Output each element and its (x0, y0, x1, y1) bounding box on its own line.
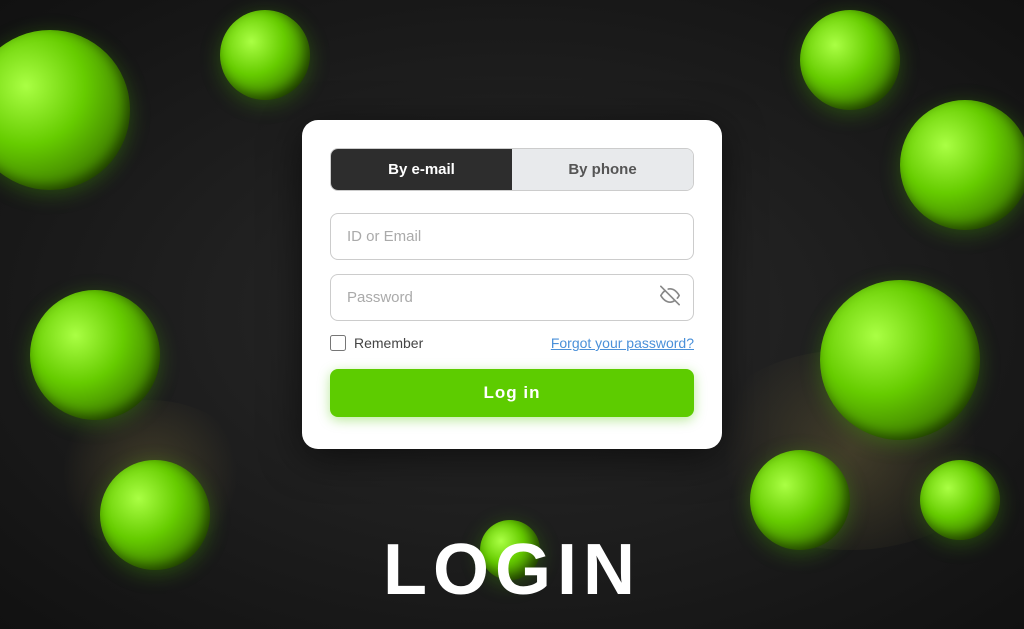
page-title: LOGIN (383, 529, 641, 611)
remember-label: Remember (354, 335, 423, 351)
login-button[interactable]: Log in (330, 369, 694, 417)
password-input[interactable] (330, 274, 694, 321)
login-card: By e-mail By phone Remember Forgot your … (302, 120, 722, 449)
tab-by-email[interactable]: By e-mail (331, 149, 512, 190)
forgot-password-link[interactable]: Forgot your password? (551, 335, 694, 351)
ball-1 (30, 290, 160, 420)
ball-8 (920, 460, 1000, 540)
options-row: Remember Forgot your password? (330, 335, 694, 351)
toggle-password-icon[interactable] (660, 285, 680, 310)
ball-3 (220, 10, 310, 100)
remember-checkbox[interactable] (330, 335, 346, 351)
ball-5 (900, 100, 1024, 230)
auth-method-tabs: By e-mail By phone (330, 148, 694, 191)
email-input[interactable] (330, 213, 694, 260)
ball-6 (820, 280, 980, 440)
ball-2 (100, 460, 210, 570)
tab-by-phone[interactable]: By phone (512, 149, 693, 190)
remember-group: Remember (330, 335, 423, 351)
ball-4 (800, 10, 900, 110)
password-wrapper (330, 274, 694, 321)
ball-7 (750, 450, 850, 550)
